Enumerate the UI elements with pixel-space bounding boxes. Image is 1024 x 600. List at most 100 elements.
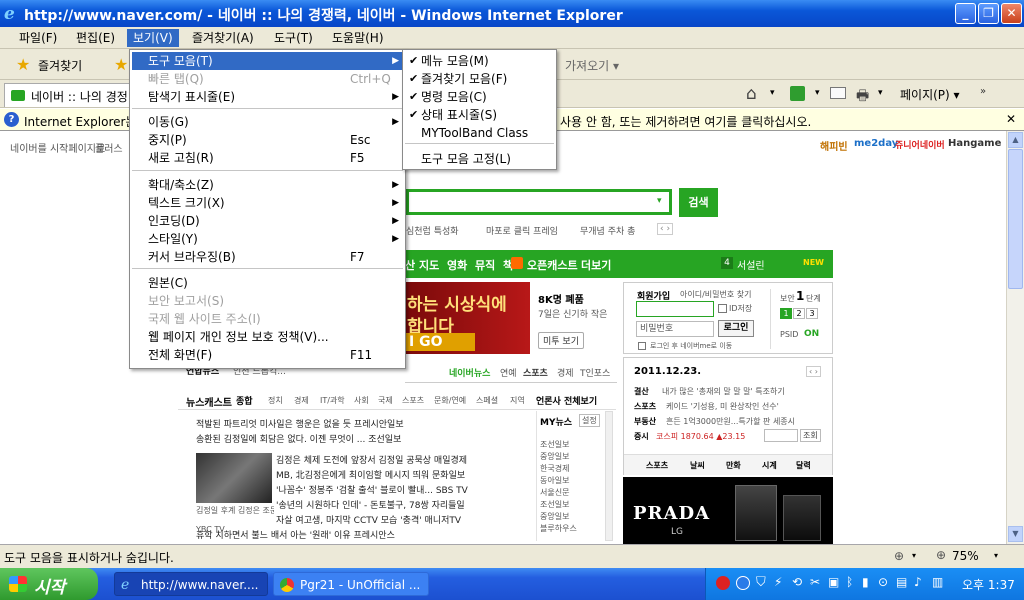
- headline-7[interactable]: 휴학 치하면서 불느 배서 아는 '원래' 이유 프레시안스: [196, 528, 395, 541]
- press-7[interactable]: 블루하우스: [540, 523, 577, 534]
- my-news-settings-button[interactable]: 설정: [579, 414, 600, 427]
- view-menu-item-5[interactable]: 새로 고침(R) F5: [132, 149, 403, 167]
- feeds-icon[interactable]: [790, 86, 805, 101]
- press-5[interactable]: 조선일보: [540, 499, 569, 510]
- view-menu-item-13[interactable]: 국제 웹 사이트 주소(I): [132, 310, 403, 328]
- press-2[interactable]: 한국경제: [540, 463, 569, 474]
- press-3[interactable]: 동아일보: [540, 475, 569, 486]
- view-menu-item-9[interactable]: 스타일(Y) ▶: [132, 230, 403, 248]
- search-input[interactable]: [406, 189, 672, 215]
- view-menu-item-12[interactable]: 보안 보고서(S): [132, 292, 403, 310]
- newscast-tab-economy[interactable]: 경제: [294, 395, 309, 406]
- zone-dropdown-icon[interactable]: ▾: [912, 551, 916, 560]
- newscast-tab-local[interactable]: 지역: [510, 395, 525, 406]
- page-menu-button[interactable]: 페이지(P) ▾: [900, 86, 960, 103]
- zoom-icon[interactable]: ⊕: [936, 548, 946, 562]
- newscast-tab-culture[interactable]: 문화/연예: [434, 395, 466, 406]
- tray-app-icon-1[interactable]: [716, 576, 730, 590]
- print-dropdown-icon[interactable]: ▾: [878, 88, 883, 98]
- psid-on[interactable]: ON: [804, 329, 819, 339]
- tray-tool-icon[interactable]: ✂: [810, 575, 820, 589]
- view-menu-item-6[interactable]: 확대/축소(Z) ▶: [132, 176, 403, 194]
- menu-view[interactable]: 보기(V): [127, 29, 179, 47]
- newscast-tab-politics[interactable]: 정치: [268, 395, 283, 406]
- scroll-thumb[interactable]: [1008, 149, 1023, 289]
- press-6[interactable]: 중앙일보: [540, 511, 569, 522]
- toolbar-option-3[interactable]: ✔ 상태 표시줄(S): [405, 106, 554, 124]
- tray-shield-icon[interactable]: ⛉: [756, 575, 766, 590]
- toolbar-option-1[interactable]: ✔ 즐겨찾기 모음(F): [405, 70, 554, 88]
- scroll-up-icon[interactable]: ▲: [1008, 132, 1023, 148]
- clock[interactable]: 오후 1:37: [962, 576, 1015, 593]
- view-menu-item-15[interactable]: 전체 화면(F) F11: [132, 346, 403, 364]
- news-photo[interactable]: [196, 453, 272, 503]
- view-menu-item-14[interactable]: 웹 페이지 개인 정보 보호 정책(V)...: [132, 328, 403, 346]
- scroll-down-icon[interactable]: ▼: [1008, 526, 1023, 542]
- view-menu-item-8[interactable]: 인코딩(D) ▶: [132, 212, 403, 230]
- newscast-tab-world[interactable]: 국제: [378, 395, 393, 406]
- chevron-more-icon[interactable]: »: [980, 86, 986, 97]
- widget-tab-sports[interactable]: 스포츠: [646, 460, 668, 471]
- link-junior[interactable]: 쥬니어네이버: [895, 138, 945, 151]
- market-val-1[interactable]: 케이드 '기성용, 미 완상작인 선수': [666, 401, 779, 412]
- market-val-3[interactable]: 코스피 1870.64 ▲23.15: [656, 431, 745, 442]
- infobar-close-icon[interactable]: ✕: [1006, 112, 1016, 126]
- headline-0[interactable]: 적발된 파트리엇 미사일은 행운은 없을 듯 프레시안일보: [196, 417, 404, 430]
- search-button[interactable]: 검색: [679, 188, 718, 217]
- security-checkbox[interactable]: [638, 342, 646, 350]
- stock-search-button[interactable]: 조회: [800, 429, 821, 442]
- headline-4[interactable]: '나꼼수' 정봉주 '검찰 출석' 블로이 빨내... SBS TV: [276, 483, 468, 496]
- menu-favorites[interactable]: 즐겨찾기(A): [186, 29, 260, 47]
- tray-signal-icon[interactable]: ▮: [862, 575, 869, 589]
- tray-bluetooth-icon[interactable]: ᛒ: [846, 575, 853, 589]
- toolbar-option-5[interactable]: 도구 모음 고정(L): [405, 150, 554, 168]
- view-menu-item-7[interactable]: 텍스트 크기(X) ▶: [132, 194, 403, 212]
- menu-tools[interactable]: 도구(T): [268, 29, 319, 47]
- all-press-link[interactable]: 언론사 전체보기: [536, 394, 597, 407]
- menu-help[interactable]: 도움말(H): [326, 29, 390, 47]
- news-tab-it[interactable]: T인포스: [580, 366, 610, 379]
- market-val-0[interactable]: 내가 많은 '총재의 말 말 말' 특조하기: [662, 386, 785, 397]
- tray-battery-icon[interactable]: ▥: [932, 575, 943, 589]
- top-link-homepage[interactable]: 네이버를 시작페이지로: [10, 140, 105, 155]
- toolbar-option-2[interactable]: ✔ 명령 모음(C): [405, 88, 554, 106]
- view-menu-item-4[interactable]: 중지(P) Esc: [132, 131, 403, 149]
- search-hint-1[interactable]: 심천럽 특성화: [406, 224, 459, 237]
- nav-item-0[interactable]: 산: [405, 257, 415, 273]
- menu-edit[interactable]: 편집(E): [70, 29, 121, 47]
- market-val-2[interactable]: 흔든 1억3000만원...특가할 판 세종시: [666, 416, 795, 427]
- date-pager-icon[interactable]: ‹ ›: [806, 366, 821, 377]
- tray-search-icon[interactable]: ⊙: [878, 575, 888, 589]
- press-4[interactable]: 서울신문: [540, 487, 569, 498]
- id-input[interactable]: [636, 301, 714, 317]
- title-bar[interactable]: e http://www.naver.com/ - 네이버 :: 나의 경쟁력,…: [0, 0, 1024, 27]
- start-button[interactable]: 시작: [0, 568, 98, 600]
- page-2[interactable]: 2: [793, 308, 805, 319]
- favorites-label[interactable]: 즐겨찾기: [38, 57, 82, 74]
- nav-item-more[interactable]: 더보기: [581, 257, 611, 273]
- news-tab-econ[interactable]: 경제: [557, 366, 574, 379]
- award-banner[interactable]: 하는 시상식에 합니다 I GO: [405, 282, 530, 354]
- newscast-tab-general[interactable]: 종합: [236, 394, 253, 407]
- nav-item-movie[interactable]: 영화: [447, 257, 467, 273]
- tray-sync-icon[interactable]: ⟲: [792, 575, 802, 589]
- nav-item-music[interactable]: 뮤직: [475, 257, 495, 273]
- widget-tab-comics[interactable]: 만화: [726, 460, 741, 471]
- headline-2[interactable]: 김정은 체제 도전에 앞장서 김정일 공묵상 매일경제: [276, 453, 467, 466]
- tray-app-icon-2[interactable]: [736, 576, 750, 590]
- press-0[interactable]: 조선일보: [540, 439, 569, 450]
- headline-1[interactable]: 송환된 김정일에 회담은 없다. 이젠 무엇이 ... 조선일보: [196, 432, 401, 445]
- link-happybean[interactable]: 해피빈: [820, 138, 848, 153]
- tray-device-icon[interactable]: ▤: [896, 575, 907, 589]
- security-zone-icon[interactable]: ⊕: [894, 549, 904, 563]
- mail-icon[interactable]: [830, 87, 846, 99]
- close-button[interactable]: ✕: [1001, 3, 1022, 24]
- toolbar-option-4[interactable]: MYToolBand Class: [405, 124, 554, 142]
- headline-5[interactable]: '송년의 시원하다 인데' - 돈토불구, 78쌍 자리들일: [276, 498, 465, 511]
- my-news-scrollbar[interactable]: [605, 411, 613, 541]
- headline-3[interactable]: MB, 北김정은에게 최이임할 메시지 띄워 문화일보: [276, 468, 465, 481]
- news-tab-sports[interactable]: 스포츠: [523, 366, 548, 379]
- task-chrome[interactable]: Pgr21 - UnOfficial ...: [273, 572, 429, 596]
- zoom-level[interactable]: 75%: [952, 549, 979, 563]
- maximize-button[interactable]: ❐: [978, 3, 999, 24]
